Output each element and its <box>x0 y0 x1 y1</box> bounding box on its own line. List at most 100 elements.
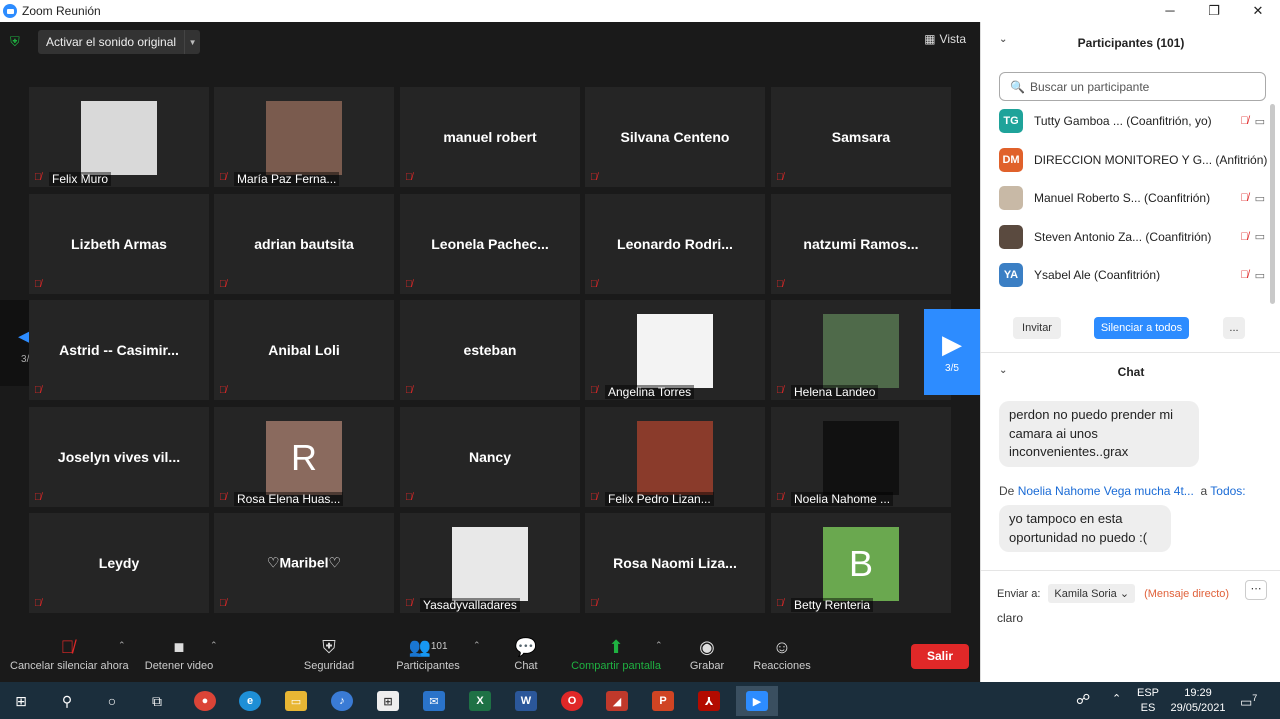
mic-muted-icon[interactable]: 🎙̸ <box>1240 115 1248 127</box>
participant-tile[interactable]: 🎙̸ Felix Muro <box>29 87 209 187</box>
more-options-button[interactable]: ... <box>1223 317 1245 339</box>
participant-tile[interactable]: Nancy 🎙̸ <box>400 407 580 507</box>
mic-muted-icon[interactable]: 🎙̸ <box>1240 192 1248 204</box>
participant-list-scrollbar[interactable] <box>1270 104 1275 304</box>
notification-icon[interactable]: ▭7 <box>1240 691 1257 709</box>
next-page-button[interactable]: ▶ 3/5 <box>924 309 980 395</box>
security-shield-icon[interactable]: ⛨ <box>10 35 24 49</box>
chevron-up-icon[interactable]: ⌃ <box>210 640 218 651</box>
mic-muted-icon[interactable]: 🎙̸ <box>1240 231 1248 243</box>
participant-tile[interactable]: 🎙̸ Felix Pedro Lizan... <box>585 407 765 507</box>
participant-tile[interactable]: Samsara 🎙̸ <box>771 87 951 187</box>
participant-name: Leonardo Rodri... <box>617 236 733 252</box>
participant-tile[interactable]: 🎙̸ Yasadyvalladares <box>400 513 580 613</box>
chevron-up-icon[interactable]: ⌃ <box>473 640 481 651</box>
participant-row[interactable]: YA Ysabel Ale (Coanfitrión) 🎙̸ ▭ <box>999 262 1265 288</box>
participant-row[interactable]: Steven Antonio Za... (Coanfitrión) 🎙̸ ▭ <box>999 224 1265 250</box>
record-button[interactable]: ◉ Grabar <box>688 636 726 672</box>
recipient-select[interactable]: Kamila Soria ⌄ <box>1048 584 1136 603</box>
participant-row[interactable]: Manuel Roberto S... (Coanfitrión) 🎙̸ ▭ <box>999 185 1265 211</box>
participant-tile[interactable]: Leydy 🎙̸ <box>29 513 209 613</box>
participants-icon: 👥101 <box>408 637 448 657</box>
clock[interactable]: 19:29 29/05/2021 <box>1170 686 1226 716</box>
task-view-icon[interactable]: ⧉ <box>140 686 174 716</box>
participant-tile[interactable]: Rosa Naomi Liza... 🎙̸ <box>585 513 765 613</box>
start-button[interactable]: ⊞ <box>4 686 38 716</box>
participant-tile[interactable]: 🎙̸ Noelia Nahome ... <box>771 407 951 507</box>
mute-button[interactable]: 🎙̸ Cancelar silenciar ahora <box>10 636 129 672</box>
sender-name[interactable]: Noelia Nahome Vega mucha 4t... <box>1018 484 1194 498</box>
participant-tile[interactable]: R 🎙̸ Rosa Elena Huas... <box>214 407 394 507</box>
video-off-icon[interactable]: ▭ <box>1255 192 1265 205</box>
invite-button[interactable]: Invitar <box>1013 317 1061 339</box>
mic-muted-icon: 🎙̸ <box>34 279 42 290</box>
participant-tile[interactable]: Anibal Loli 🎙̸ <box>214 300 394 400</box>
participant-tile[interactable]: 🎙̸ Angelina Torres <box>585 300 765 400</box>
participant-tile[interactable]: 🎙̸ María Paz Ferna... <box>214 87 394 187</box>
participant-search-input[interactable]: 🔍 Buscar un participante <box>999 72 1266 101</box>
chrome-icon[interactable]: ● <box>188 686 222 716</box>
chevron-up-icon[interactable]: ⌃ <box>1112 692 1121 707</box>
cortana-icon[interactable]: ○ <box>95 686 129 716</box>
participants-button[interactable]: 👥101 Participantes <box>392 636 464 672</box>
participant-tile[interactable]: Silvana Centeno 🎙̸ <box>585 87 765 187</box>
leave-button[interactable]: Salir <box>911 644 969 669</box>
original-sound-button[interactable]: Activar el sonido original ▼ <box>38 30 201 54</box>
store-icon[interactable]: ⊞ <box>371 686 405 716</box>
participant-tile[interactable]: Leonardo Rodri... 🎙̸ <box>585 194 765 294</box>
mute-all-button[interactable]: Silenciar a todos <box>1094 317 1189 339</box>
language-indicator[interactable]: ESP ES <box>1134 686 1162 716</box>
security-button[interactable]: ⛨ Seguridad <box>300 636 358 672</box>
media-player-icon[interactable]: ♪ <box>325 686 359 716</box>
view-button[interactable]: ▦ Vista <box>924 32 966 46</box>
powerpoint-icon[interactable]: P <box>646 686 680 716</box>
acrobat-icon[interactable]: ⅄ <box>692 686 726 716</box>
participant-tile[interactable]: Lizbeth Armas 🎙̸ <box>29 194 209 294</box>
chat-more-button[interactable]: ⋯ <box>1245 580 1267 600</box>
participant-row[interactable]: TG Tutty Gamboa ... (Coanfitrión, yo) 🎙̸ ▭ <box>999 108 1265 134</box>
minimize-button[interactable]: ─ <box>1148 0 1192 22</box>
opera-icon[interactable]: O <box>555 686 589 716</box>
participant-name: DIRECCION MONITOREO Y G... (Anfitrión) <box>1034 152 1268 167</box>
reactions-button[interactable]: ☺ Reacciones <box>752 636 812 672</box>
chevron-up-icon[interactable]: ⌃ <box>118 640 126 651</box>
participant-row[interactable]: DM DIRECCION MONITOREO Y G... (Anfitrión) <box>999 147 1268 173</box>
chevron-down-icon[interactable]: ▼ <box>184 30 200 54</box>
grid-icon: ▦ <box>924 32 936 46</box>
chevron-down-icon[interactable]: ⌄ <box>999 365 1007 376</box>
participant-tile[interactable]: ♡Maribel♡ 🎙̸ <box>214 513 394 613</box>
excel-icon[interactable]: X <box>463 686 497 716</box>
mic-muted-icon[interactable]: 🎙̸ <box>1240 269 1248 281</box>
search-icon[interactable]: ⚲ <box>50 686 84 716</box>
recipient-name: Todos: <box>1210 484 1246 498</box>
video-off-icon[interactable]: ▭ <box>1255 115 1265 128</box>
participant-tile[interactable]: B 🎙̸ Betty Renteria <box>771 513 951 613</box>
maximize-button[interactable]: ❐ <box>1192 0 1236 22</box>
video-off-icon[interactable]: ▭ <box>1255 230 1265 243</box>
share-screen-button[interactable]: ⬆ Compartir pantalla <box>566 636 666 672</box>
smiley-icon: ☺ <box>772 637 792 657</box>
stop-video-button[interactable]: ■ Detener video <box>140 636 218 672</box>
participant-tile[interactable]: Leonela Pachec... 🎙̸ <box>400 194 580 294</box>
chevron-down-icon[interactable]: ⌄ <box>999 34 1007 45</box>
chat-button[interactable]: 💬 Chat <box>508 636 544 672</box>
participant-tile[interactable]: adrian bautsita 🎙̸ <box>214 194 394 294</box>
participant-tile[interactable]: Astrid -- Casimir... 🎙̸ <box>29 300 209 400</box>
file-explorer-icon[interactable]: ▭ <box>279 686 313 716</box>
zoom-taskbar-icon[interactable]: ▶ <box>736 686 778 716</box>
participant-name: Lizbeth Armas <box>71 236 167 252</box>
word-icon[interactable]: W <box>509 686 543 716</box>
people-icon[interactable]: ☍ <box>1076 692 1090 707</box>
edge-icon[interactable]: e <box>233 686 267 716</box>
chat-input[interactable]: claro <box>997 611 1023 625</box>
video-off-icon[interactable]: ▭ <box>1255 269 1265 282</box>
app-icon[interactable]: ◢ <box>600 686 634 716</box>
participant-tile[interactable]: natzumi Ramos... 🎙̸ <box>771 194 951 294</box>
participant-tile[interactable]: esteban 🎙̸ <box>400 300 580 400</box>
participant-tile[interactable]: manuel robert 🎙̸ <box>400 87 580 187</box>
chevron-up-icon[interactable]: ⌃ <box>655 640 663 651</box>
close-button[interactable]: ✕ <box>1236 0 1280 22</box>
participant-photo <box>266 101 342 175</box>
participant-tile[interactable]: Joselyn vives vil... 🎙̸ <box>29 407 209 507</box>
mail-icon[interactable]: ✉ <box>417 686 451 716</box>
